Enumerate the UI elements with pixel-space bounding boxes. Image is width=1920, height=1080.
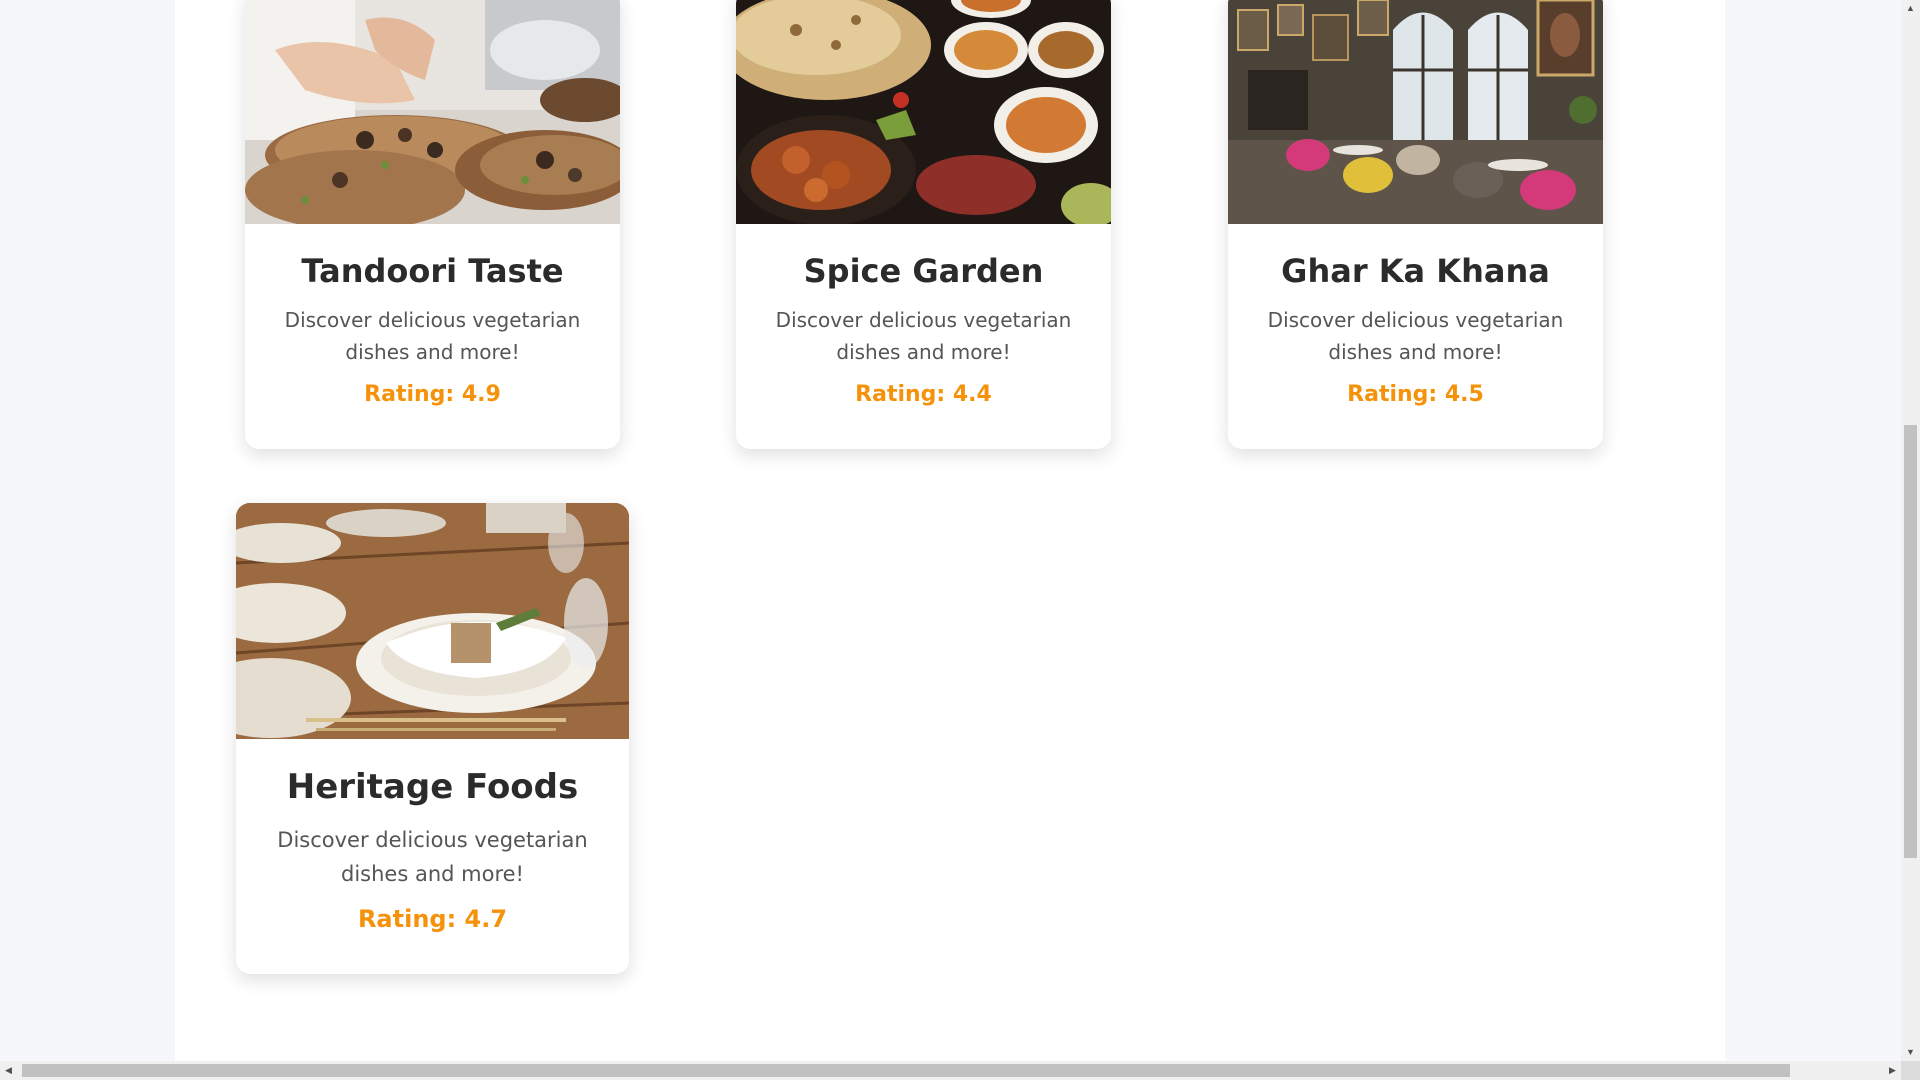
horizontal-scrollbar[interactable]: ◀ ▶ (0, 1061, 1901, 1080)
restaurant-rating: Rating: 4.9 (364, 382, 501, 407)
restaurant-description: Discover delicious vegetarian dishes and… (1267, 308, 1564, 364)
restaurant-image (236, 503, 629, 739)
scroll-left-icon[interactable]: ◀ (0, 1061, 17, 1080)
restaurant-name: Ghar Ka Khana (1281, 252, 1550, 290)
restaurant-image (1228, 0, 1603, 224)
restaurant-image (245, 0, 620, 224)
restaurant-card[interactable]: Ghar Ka Khana Discover delicious vegetar… (1228, 0, 1603, 449)
restaurant-description: Discover delicious vegetarian dishes and… (775, 308, 1072, 364)
restaurant-card[interactable]: Spice Garden Discover delicious vegetari… (736, 0, 1111, 449)
scroll-down-icon[interactable]: ▼ (1901, 1044, 1920, 1061)
restaurant-interior-image (1228, 0, 1603, 224)
restaurant-rating: Rating: 4.5 (1347, 382, 1484, 407)
vertical-scrollbar[interactable]: ▲ ▼ (1901, 0, 1920, 1061)
table-setting-image (236, 503, 629, 739)
vertical-scroll-thumb[interactable] (1904, 425, 1917, 858)
scroll-up-icon[interactable]: ▲ (1901, 0, 1920, 17)
restaurant-rating: Rating: 4.4 (855, 382, 992, 407)
restaurant-card[interactable]: Tandoori Taste Discover delicious vegeta… (245, 0, 620, 449)
scrollbar-corner (1901, 1061, 1920, 1080)
restaurant-name: Heritage Foods (286, 767, 579, 807)
scroll-right-icon[interactable]: ▶ (1884, 1061, 1901, 1080)
restaurant-description: Discover delicious vegetarian dishes and… (284, 308, 581, 364)
restaurant-name: Spice Garden (803, 252, 1044, 290)
naan-curry-image (736, 0, 1111, 224)
restaurant-description: Discover delicious vegetarian dishes and… (277, 828, 588, 886)
restaurant-image (736, 0, 1111, 224)
page-viewport: Tandoori Taste Discover delicious vegeta… (0, 0, 1901, 1061)
restaurant-card[interactable]: Heritage Foods Discover delicious vegeta… (236, 503, 629, 974)
horizontal-scroll-thumb[interactable] (22, 1064, 1790, 1077)
restaurant-rating: Rating: 4.7 (357, 905, 508, 933)
chef-plating-image (245, 0, 620, 224)
restaurant-name: Tandoori Taste (301, 252, 564, 290)
